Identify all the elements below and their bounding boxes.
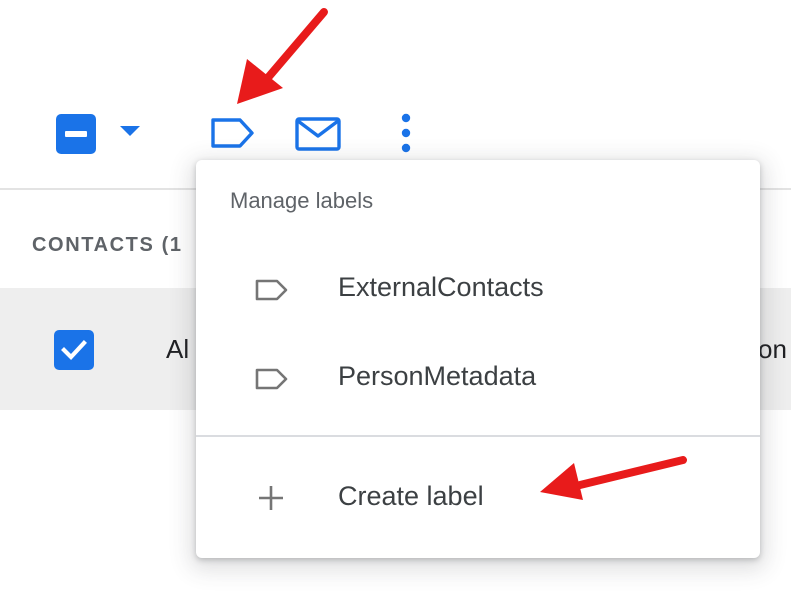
arrow-to-create-label (540, 456, 687, 500)
arrow-to-label-icon (237, 8, 328, 104)
screenshot-stage: CONTACTS (1 Al on Manage labels External… (0, 0, 791, 600)
annotation-arrows (237, 8, 687, 500)
